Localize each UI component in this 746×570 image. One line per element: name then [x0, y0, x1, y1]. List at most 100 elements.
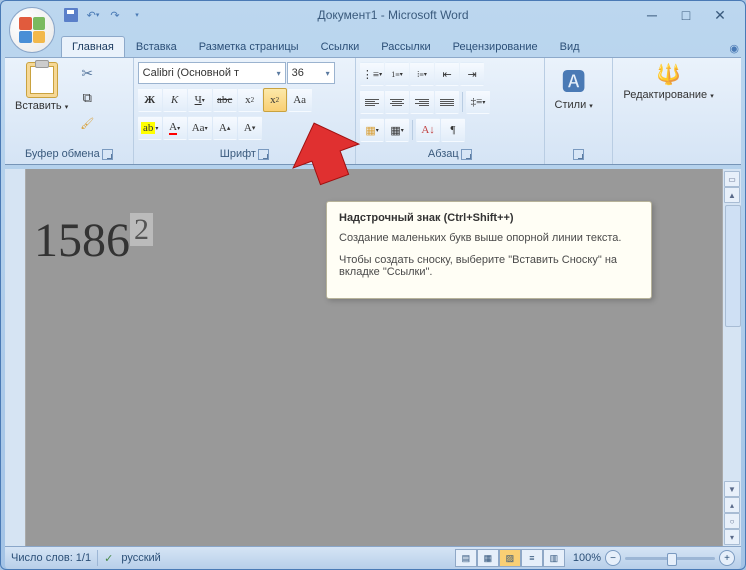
change-case-button[interactable]: Aa	[288, 88, 312, 112]
ruler-toggle[interactable]: ▭	[724, 171, 740, 187]
office-logo-icon	[19, 17, 45, 43]
paste-button[interactable]: Вставить ▾	[9, 60, 74, 114]
tab-references[interactable]: Ссылки	[310, 36, 371, 57]
scroll-up-button[interactable]: ▲	[724, 187, 740, 203]
subscript-button[interactable]: x2	[238, 88, 262, 112]
redo-icon: ↷	[110, 9, 119, 22]
tooltip-title: Надстрочный знак (Ctrl+Shift++)	[339, 212, 639, 224]
view-full-screen[interactable]: ▦	[477, 549, 499, 567]
highlight-button[interactable]: ab▾	[138, 116, 162, 140]
numbering-button[interactable]: 1≡▾	[385, 62, 409, 86]
ribbon-tabs: Главная Вставка Разметка страницы Ссылки…	[61, 29, 745, 57]
redo-button[interactable]: ↷	[105, 5, 125, 25]
show-marks-button[interactable]: ¶	[441, 118, 465, 142]
tab-mailings[interactable]: Рассылки	[370, 36, 441, 57]
font-size-combo[interactable]: 36▾	[287, 62, 335, 84]
italic-button[interactable]: К	[163, 88, 187, 112]
undo-icon: ↶	[87, 9, 96, 22]
multilevel-button[interactable]: ⁞≡▾	[410, 62, 434, 86]
indent-icon: ⇥	[467, 68, 476, 81]
clipboard-dialog-launcher[interactable]	[102, 149, 113, 160]
font-color-button[interactable]: A▾	[163, 116, 187, 140]
cut-button[interactable]: ✂	[76, 62, 98, 84]
paragraph-dialog-launcher[interactable]	[461, 149, 472, 160]
undo-button[interactable]: ↶▾	[83, 5, 103, 25]
zoom-out-button[interactable]: −	[605, 550, 621, 566]
increase-indent-button[interactable]: ⇥	[460, 62, 484, 86]
font-name-combo[interactable]: Calibri (Основной т▾	[138, 62, 286, 84]
minimize-button[interactable]: ─	[639, 6, 665, 24]
window: ↶▾ ↷ ▾ Документ1 - Microsoft Word ─ □ ✕ …	[0, 0, 746, 570]
close-button[interactable]: ✕	[707, 6, 733, 24]
spellcheck-icon[interactable]: ✓	[104, 552, 113, 565]
align-left-button[interactable]	[360, 90, 384, 114]
shading-button[interactable]: ▦▾	[360, 118, 384, 142]
zoom-value[interactable]: 100%	[573, 552, 601, 564]
group-paragraph: ⋮≡▾ 1≡▾ ⁞≡▾ ⇤ ⇥ ‡≡▾ ▦▾ ▦▾	[356, 58, 544, 164]
justify-button[interactable]	[435, 90, 459, 114]
styles-button[interactable]: 🅰 Стили ▾	[549, 60, 599, 113]
view-outline[interactable]: ≡	[521, 549, 543, 567]
line-spacing-button[interactable]: ‡≡▾	[466, 90, 490, 114]
decrease-indent-button[interactable]: ⇤	[435, 62, 459, 86]
tab-page-layout[interactable]: Разметка страницы	[188, 36, 310, 57]
zoom-in-button[interactable]: +	[719, 550, 735, 566]
pilcrow-icon: ¶	[451, 124, 456, 136]
justify-icon	[440, 99, 454, 106]
browse-object-button[interactable]: ○	[724, 513, 740, 529]
case-icon: Aa	[293, 94, 306, 106]
copy-button[interactable]: ⧉	[76, 87, 98, 109]
scroll-track[interactable]	[725, 205, 739, 479]
tab-review[interactable]: Рецензирование	[442, 36, 549, 57]
superscript-button[interactable]: x2	[263, 88, 287, 112]
strike-button[interactable]: abc	[213, 88, 237, 112]
bold-button[interactable]: Ж	[138, 88, 162, 112]
vertical-ruler[interactable]	[5, 169, 26, 547]
align-center-icon	[390, 99, 404, 106]
quick-access-toolbar: ↶▾ ↷ ▾	[61, 5, 147, 25]
change-case-2-button[interactable]: Aa▾	[188, 116, 212, 140]
tab-home[interactable]: Главная	[61, 36, 125, 57]
office-button[interactable]	[9, 7, 55, 53]
editing-button[interactable]: 🔱 Редактирование ▾	[617, 60, 719, 103]
view-draft[interactable]: ▥	[543, 549, 565, 567]
save-icon	[64, 8, 78, 22]
maximize-button[interactable]: □	[673, 6, 699, 24]
next-page-button[interactable]: ▾	[724, 529, 740, 545]
align-right-icon	[415, 99, 429, 106]
status-language[interactable]: русский	[121, 552, 160, 564]
borders-button[interactable]: ▦▾	[385, 118, 409, 142]
shrink-font-button[interactable]: A▾	[238, 116, 262, 140]
help-button[interactable]: ◉	[723, 40, 745, 57]
underline-button[interactable]: Ч▾	[188, 88, 212, 112]
styles-dialog-launcher[interactable]	[573, 149, 584, 160]
vertical-scrollbar[interactable]: ▭ ▲ ▼ ▴ ○ ▾	[722, 169, 741, 547]
chevron-down-icon: ▾	[275, 69, 283, 78]
prev-page-button[interactable]: ▴	[724, 497, 740, 513]
align-center-button[interactable]	[385, 90, 409, 114]
zoom-thumb[interactable]	[667, 553, 677, 566]
multilevel-icon: ⁞≡	[417, 70, 424, 79]
view-web-layout[interactable]: ▨	[499, 549, 521, 567]
shading-icon: ▦	[365, 124, 375, 137]
group-clipboard-title: Буфер обмена	[25, 148, 100, 160]
save-button[interactable]	[61, 5, 81, 25]
document-text[interactable]: 15862	[34, 213, 153, 268]
qat-customize[interactable]: ▾	[127, 5, 147, 25]
view-print-layout[interactable]: ▤	[455, 549, 477, 567]
zoom-slider[interactable]	[625, 557, 715, 560]
tab-view[interactable]: Вид	[549, 36, 591, 57]
status-word-count[interactable]: Число слов: 1/1	[11, 552, 91, 564]
group-editing: 🔱 Редактирование ▾	[613, 58, 741, 164]
format-painter-button[interactable]: 🖌	[76, 112, 98, 134]
chevron-down-icon: ▾	[324, 69, 332, 78]
scroll-down-button[interactable]: ▼	[724, 481, 740, 497]
scroll-thumb[interactable]	[725, 205, 741, 327]
sort-button[interactable]: A↓	[416, 118, 440, 142]
align-right-button[interactable]	[410, 90, 434, 114]
tab-insert[interactable]: Вставка	[125, 36, 188, 57]
paste-icon	[26, 62, 58, 98]
bullets-button[interactable]: ⋮≡▾	[360, 62, 384, 86]
grow-font-button[interactable]: A▴	[213, 116, 237, 140]
font-dialog-launcher[interactable]	[258, 149, 269, 160]
